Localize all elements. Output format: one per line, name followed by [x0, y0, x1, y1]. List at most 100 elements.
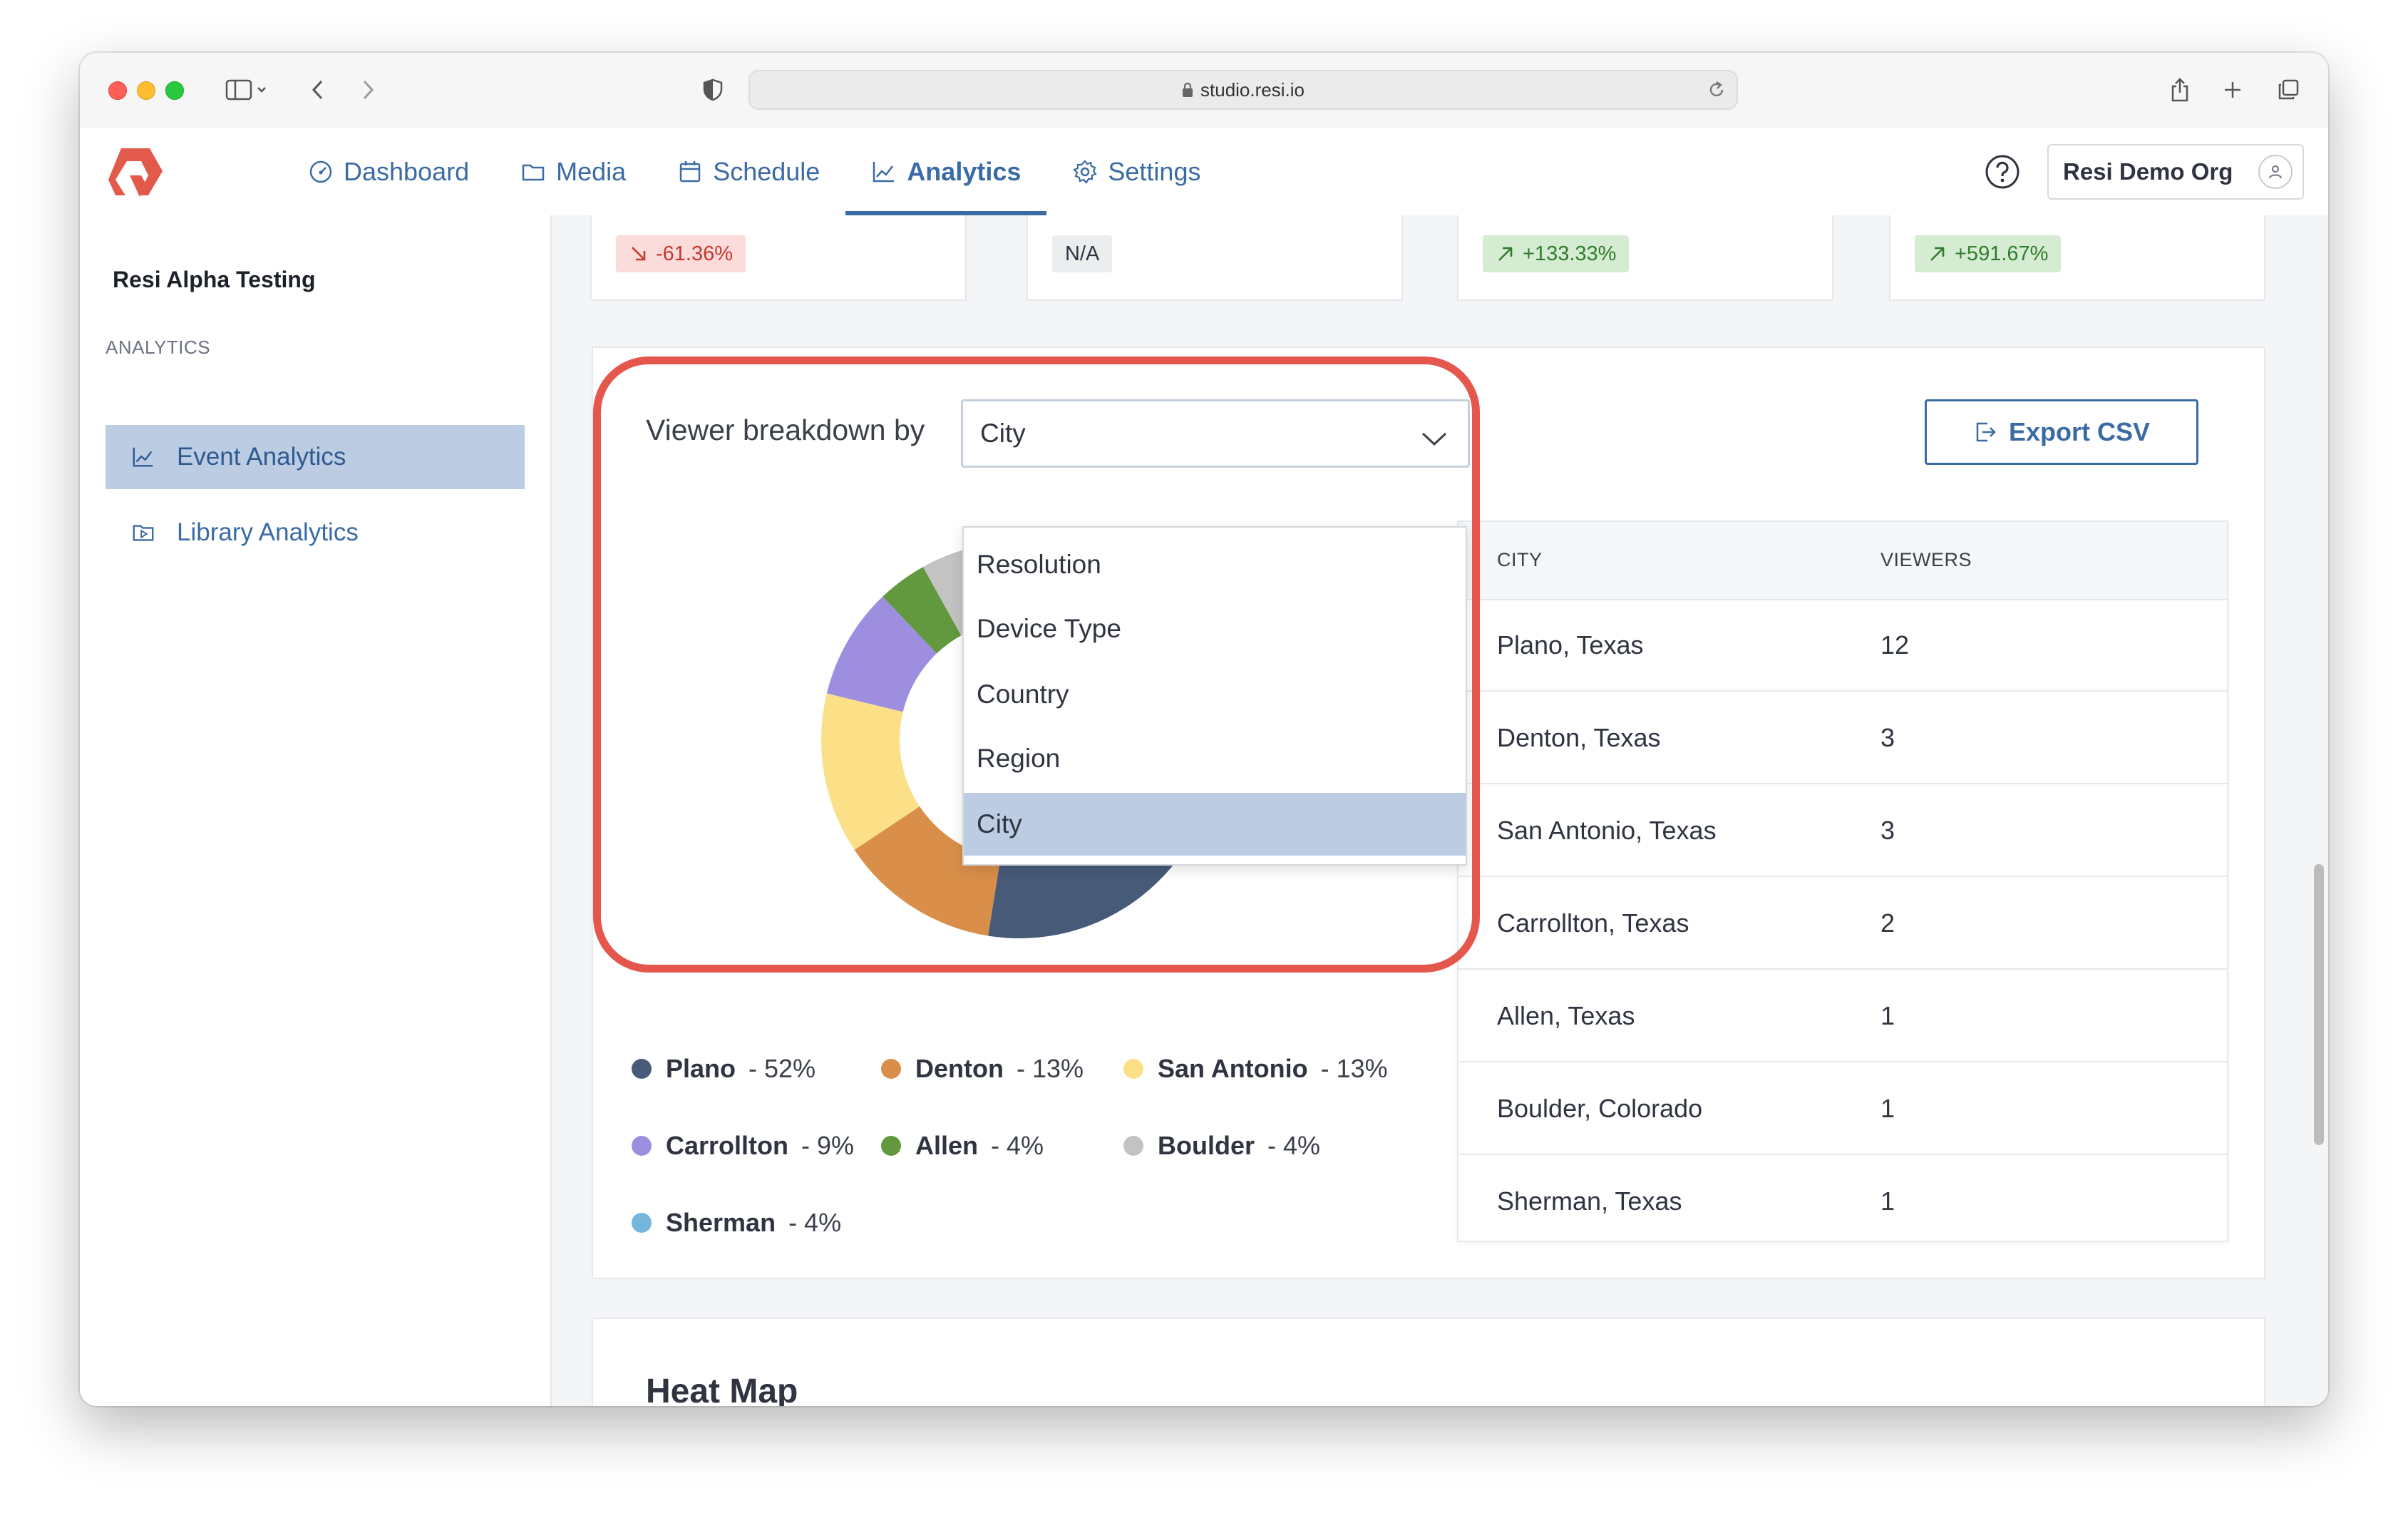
legend-swatch — [1123, 1136, 1143, 1156]
org-menu-button[interactable]: Resi Demo Org — [2047, 144, 2304, 200]
back-icon[interactable] — [304, 74, 332, 106]
sidebar-section-label: ANALYTICS — [106, 337, 211, 358]
dropdown-option-resolution[interactable]: Resolution — [964, 533, 1466, 596]
legend-label: Sherman — [666, 1208, 776, 1237]
main-nav: Dashboard Media Schedule Analytics Setti… — [282, 128, 1226, 215]
nav-settings[interactable]: Settings — [1046, 128, 1226, 215]
trend-value: N/A — [1065, 242, 1100, 265]
breakdown-selected-value: City — [980, 419, 1026, 448]
viewers-cell: 3 — [1880, 723, 1895, 752]
table-row: Sherman, Texas 1 — [1458, 1155, 2227, 1246]
resi-logo[interactable] — [106, 144, 167, 201]
breakdown-label: Viewer breakdown by — [646, 414, 925, 446]
share-icon[interactable] — [2164, 74, 2196, 106]
breakdown-select[interactable]: City — [961, 399, 1470, 468]
legend-item[interactable]: San Antonio - 13% — [1123, 1054, 1388, 1084]
viewers-cell: 1 — [1880, 1001, 1895, 1030]
table-row: Allen, Texas 1 — [1458, 970, 2227, 1062]
column-header-city[interactable]: CITY — [1497, 549, 1543, 571]
help-icon[interactable] — [1985, 154, 2020, 190]
scrollbar[interactable] — [2308, 215, 2328, 1406]
lock-icon — [1182, 82, 1193, 98]
column-header-viewers[interactable]: VIEWERS — [1880, 549, 1972, 571]
legend-swatch — [881, 1059, 901, 1079]
reload-icon[interactable] — [1707, 80, 1727, 105]
nav-analytics[interactable]: Analytics — [845, 128, 1047, 215]
table-row: Boulder, Colorado 1 — [1458, 1062, 2227, 1155]
legend-item[interactable]: Denton - 13% — [881, 1054, 1084, 1084]
chart-line-icon — [133, 447, 153, 467]
scrollbar-thumb[interactable] — [2314, 864, 2324, 1145]
new-tab-icon[interactable] — [2217, 74, 2248, 106]
export-label: Export CSV — [2008, 417, 2151, 446]
dashboard-icon — [309, 160, 332, 183]
sidebar-item-event-analytics[interactable]: Event Analytics — [106, 425, 525, 489]
sidebar-org-name: Resi Alpha Testing — [113, 267, 316, 292]
nav-media[interactable]: Media — [495, 128, 652, 215]
minimize-window-button[interactable] — [137, 81, 155, 100]
heat-map-card: Heat Map — [592, 1318, 2265, 1406]
chart-legend: Plano - 52% Denton - 13% San Antonio - 13% Car… — [632, 1054, 1416, 1296]
nav-dashboard[interactable]: Dashboard — [282, 128, 495, 215]
trend-badge: N/A — [1052, 235, 1113, 272]
legend-percent: - 4% — [991, 1131, 1044, 1160]
trend-badge: +133.33% — [1483, 235, 1630, 272]
legend-swatch — [632, 1213, 652, 1233]
legend-item[interactable]: Sherman - 4% — [632, 1208, 841, 1238]
arrow-up-right-icon — [1498, 247, 1513, 261]
tab-overview-icon[interactable] — [2273, 74, 2304, 106]
nav-label: Schedule — [713, 157, 820, 186]
city-cell: San Antonio, Texas — [1497, 816, 1717, 845]
main-content: -61.36% N/A +133.33% +591.67% Viewer bre… — [552, 215, 2328, 1406]
table-row: San Antonio, Texas 3 — [1458, 784, 2227, 877]
legend-item[interactable]: Carrollton - 9% — [632, 1131, 854, 1161]
app-header: Dashboard Media Schedule Analytics Setti… — [80, 128, 2328, 217]
dropdown-option-device-type[interactable]: Device Type — [964, 597, 1466, 660]
zoom-window-button[interactable] — [165, 81, 184, 100]
browser-window: studio.resi.io Dashboard Media Schedule … — [80, 53, 2328, 1406]
user-icon — [2258, 155, 2293, 189]
trend-value: -61.36% — [656, 242, 734, 265]
city-viewers-table: CITY VIEWERS Plano, Texas 12 Denton, Tex… — [1457, 520, 2228, 1242]
breakdown-dropdown: Resolution Device Type Country Region Ci… — [962, 526, 1467, 866]
legend-item[interactable]: Plano - 52% — [632, 1054, 815, 1084]
forward-icon[interactable] — [354, 74, 382, 106]
legend-label: Carrollton — [666, 1131, 789, 1160]
viewers-cell: 3 — [1880, 816, 1895, 845]
sidebar-item-library-analytics[interactable]: Library Analytics — [106, 501, 525, 565]
sidebar-item-label: Library Analytics — [177, 518, 359, 546]
folder-icon — [522, 164, 545, 181]
legend-label: Denton — [915, 1054, 1004, 1083]
chart-line-icon — [873, 162, 895, 183]
viewers-cell: 1 — [1880, 1094, 1895, 1123]
legend-label: Boulder — [1158, 1131, 1255, 1160]
export-csv-button[interactable]: Export CSV — [1925, 399, 2198, 465]
address-bar[interactable]: studio.resi.io — [748, 70, 1738, 110]
viewers-cell: 12 — [1880, 630, 1910, 660]
dropdown-option-country[interactable]: Country — [964, 663, 1466, 726]
nav-schedule[interactable]: Schedule — [652, 128, 845, 215]
legend-swatch — [1123, 1059, 1143, 1079]
arrow-up-right-icon — [1930, 247, 1945, 261]
table-header: CITY VIEWERS — [1458, 522, 2227, 600]
stat-card: -61.36% — [590, 215, 967, 301]
trend-badge: -61.36% — [616, 235, 746, 272]
nav-label: Media — [556, 157, 627, 186]
legend-item[interactable]: Boulder - 4% — [1123, 1131, 1320, 1161]
viewer-breakdown-panel: Viewer breakdown by City Resolution Devi… — [592, 347, 2265, 1279]
sidebar-toggle-icon[interactable] — [220, 74, 277, 106]
sidebar: Resi Alpha Testing ANALYTICS Event Analy… — [80, 215, 552, 1406]
shield-icon[interactable] — [697, 74, 729, 106]
stat-card: N/A — [1027, 215, 1403, 301]
city-cell: Boulder, Colorado — [1497, 1094, 1703, 1123]
table-row: Denton, Texas 3 — [1458, 692, 2227, 784]
close-window-button[interactable] — [108, 81, 127, 100]
city-cell: Allen, Texas — [1497, 1001, 1635, 1030]
sidebar-item-label: Event Analytics — [177, 443, 346, 471]
table-row: Plano, Texas 12 — [1458, 599, 2227, 692]
legend-label: Allen — [915, 1131, 979, 1160]
legend-percent: - 13% — [1016, 1054, 1084, 1083]
dropdown-option-city[interactable]: City — [964, 793, 1466, 856]
dropdown-option-region[interactable]: Region — [964, 727, 1466, 790]
legend-item[interactable]: Allen - 4% — [881, 1131, 1044, 1161]
